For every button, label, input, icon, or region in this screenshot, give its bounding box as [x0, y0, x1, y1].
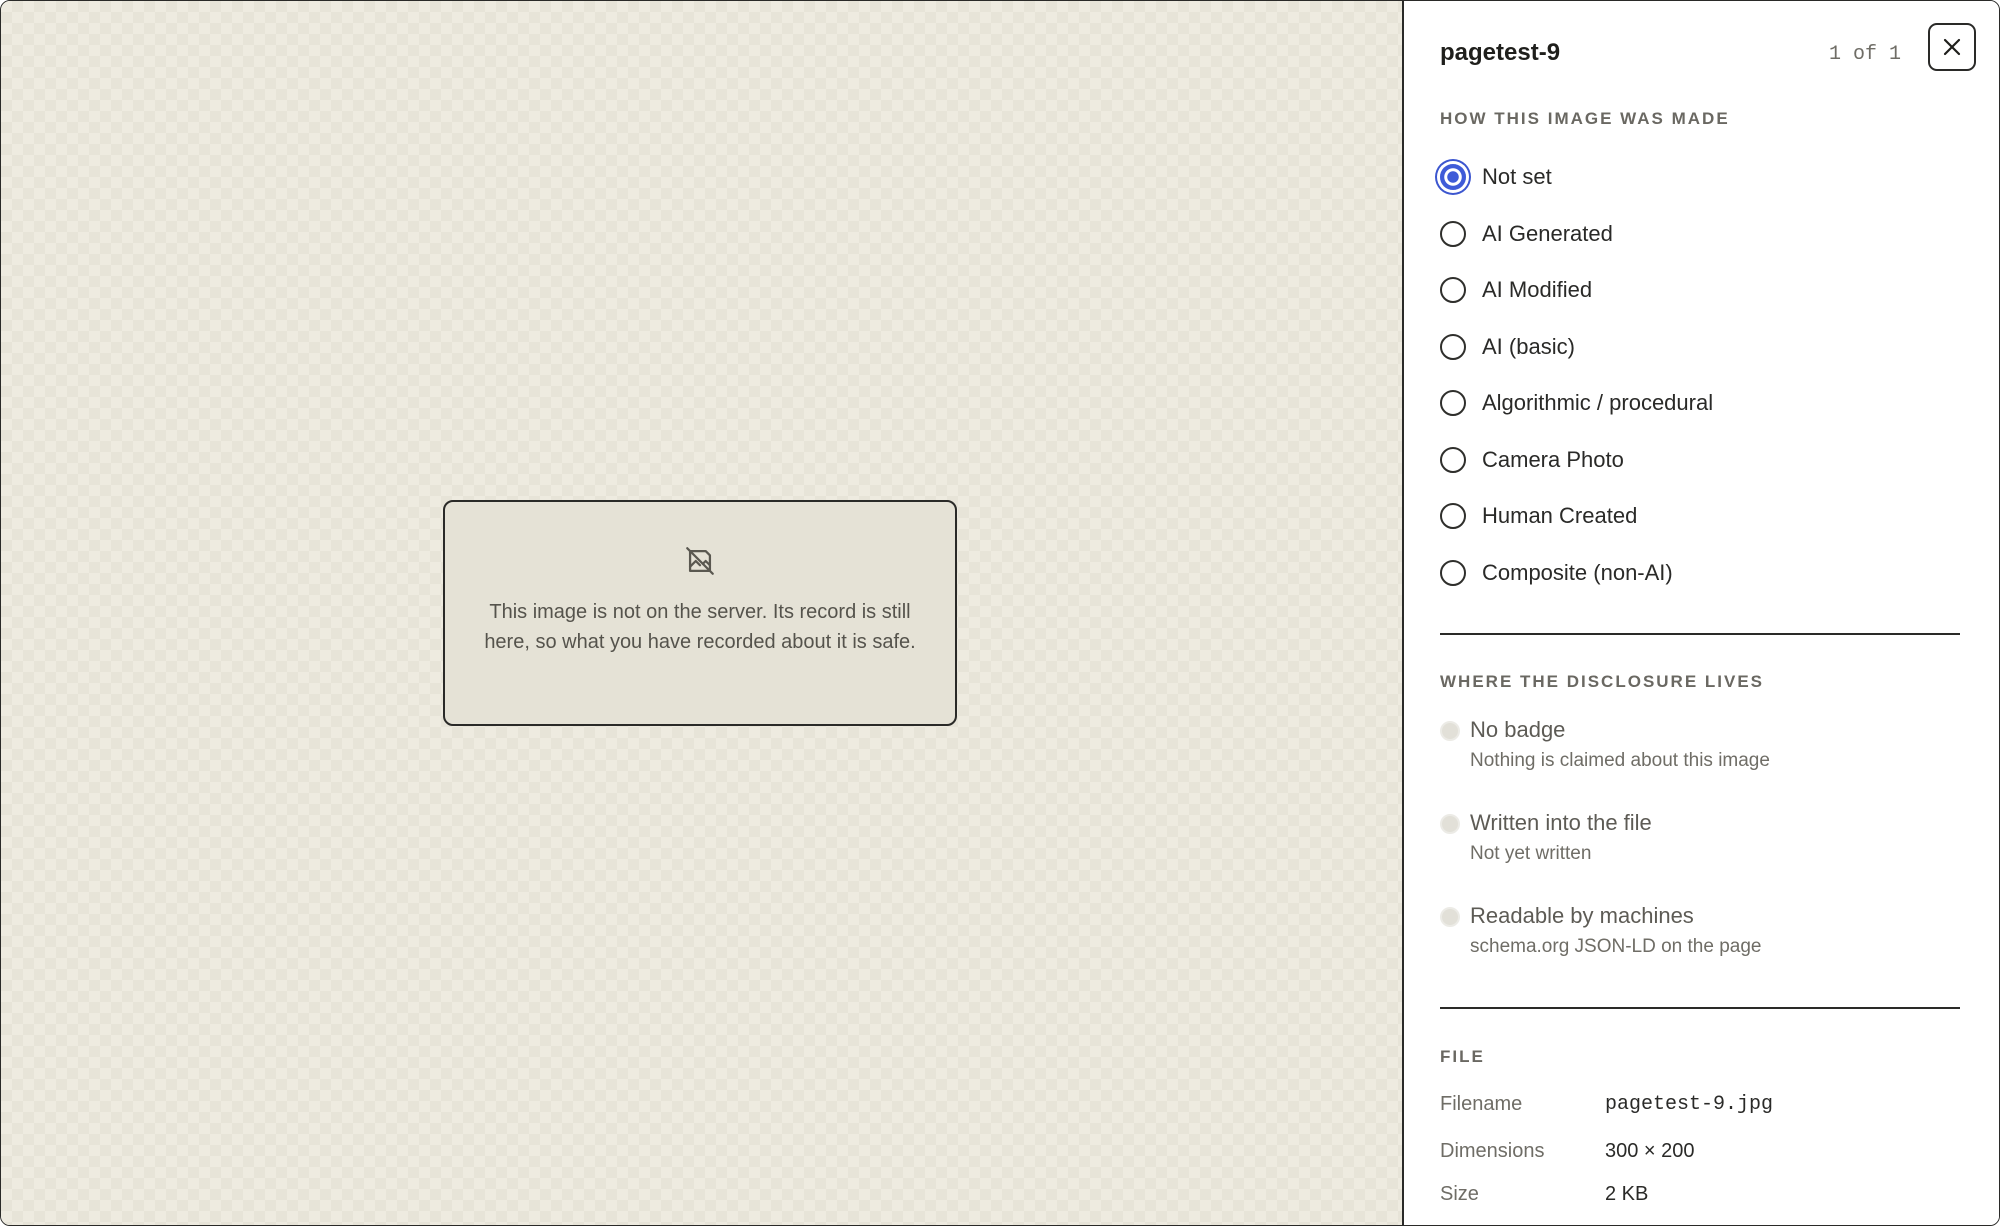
- size-value: 2 KB: [1605, 1183, 1649, 1205]
- image-detail-dialog: This image is not on the server. Its rec…: [0, 0, 2000, 1226]
- dimensions-label: Dimensions: [1440, 1140, 1545, 1162]
- provenance-option-ai-basic[interactable]: AI (basic): [1440, 327, 1575, 367]
- disclosure-label: Readable by machines: [1470, 903, 1694, 928]
- close-button[interactable]: [1928, 23, 1976, 71]
- provenance-option-label: Human Created: [1482, 503, 1638, 528]
- disclosure-radio[interactable]: [1440, 814, 1460, 834]
- close-icon: [1942, 37, 1962, 57]
- provenance-option-label: Composite (non-AI): [1482, 559, 1673, 585]
- radio-button[interactable]: [1440, 277, 1466, 303]
- radio-button[interactable]: [1440, 446, 1466, 473]
- radio-button[interactable]: [1440, 390, 1466, 416]
- disclosure-option-no-badge[interactable]: No badge Nothing is claimed about this i…: [1440, 717, 1960, 777]
- provenance-heading: HOW THIS IMAGE WAS MADE: [1440, 109, 1730, 128]
- size-label: Size: [1440, 1183, 1479, 1205]
- file-heading: FILE: [1440, 1047, 1485, 1066]
- radio-button[interactable]: [1440, 333, 1466, 360]
- disclosure-heading: WHERE THE DISCLOSURE LIVES: [1440, 672, 1765, 691]
- divider: [1440, 633, 1960, 635]
- filename-label: Filename: [1440, 1093, 1523, 1115]
- radio-button[interactable]: [1440, 559, 1466, 586]
- provenance-option-human-created[interactable]: Human Created: [1440, 496, 1637, 536]
- disclosure-radio[interactable]: [1440, 721, 1460, 741]
- provenance-option-composite-non-ai[interactable]: Composite (non-AI): [1440, 553, 1673, 593]
- filename-value: pagetest-9.jpg: [1605, 1093, 1774, 1116]
- disclosure-radio[interactable]: [1440, 907, 1460, 927]
- dimensions-value: 300 × 200: [1605, 1140, 1695, 1162]
- provenance-option-label: AI Modified: [1482, 277, 1593, 302]
- disclosure-description: Not yet written: [1470, 843, 1592, 864]
- divider: [1440, 1007, 1960, 1009]
- image-counter: 1 of 1: [1829, 43, 1902, 66]
- provenance-option-label: AI Generated: [1482, 220, 1613, 246]
- disclosure-option-readable-by-machines[interactable]: Readable by machines schema.org JSON-LD …: [1440, 903, 1960, 963]
- disclosure-description: Nothing is claimed about this image: [1470, 750, 1770, 771]
- provenance-option-label: Not set: [1482, 164, 1552, 189]
- radio-button[interactable]: [1440, 220, 1466, 247]
- image-preview-area: This image is not on the server. Its rec…: [1, 1, 1404, 1225]
- provenance-option-camera-photo[interactable]: Camera Photo: [1440, 440, 1624, 480]
- radio-button[interactable]: [1440, 164, 1466, 190]
- disclosure-description: schema.org JSON-LD on the page: [1470, 936, 1762, 957]
- disclosure-label: No badge: [1470, 717, 1566, 742]
- provenance-option-ai-modified[interactable]: AI Modified: [1440, 270, 1592, 310]
- missing-image-notice: This image is not on the server. Its rec…: [443, 500, 957, 726]
- image-off-icon: [683, 544, 717, 583]
- provenance-option-ai-generated[interactable]: AI Generated: [1440, 214, 1613, 254]
- provenance-option-algorithmic-procedural[interactable]: Algorithmic / procedural: [1440, 383, 1713, 423]
- radio-button[interactable]: [1440, 503, 1466, 529]
- provenance-option-label: Camera Photo: [1482, 446, 1624, 472]
- provenance-option-not-set[interactable]: Not set: [1440, 157, 1552, 197]
- provenance-option-label: Algorithmic / procedural: [1482, 390, 1714, 415]
- details-panel: pagetest-9 1 of 1 HOW THIS IMAGE WAS MAD…: [1404, 1, 1999, 1225]
- disclosure-option-written-into-file[interactable]: Written into the file Not yet written: [1440, 810, 1960, 870]
- missing-image-message: This image is not on the server. Its rec…: [484, 601, 916, 653]
- disclosure-label: Written into the file: [1470, 810, 1652, 835]
- image-title: pagetest-9: [1440, 39, 1561, 66]
- provenance-option-label: AI (basic): [1482, 333, 1575, 359]
